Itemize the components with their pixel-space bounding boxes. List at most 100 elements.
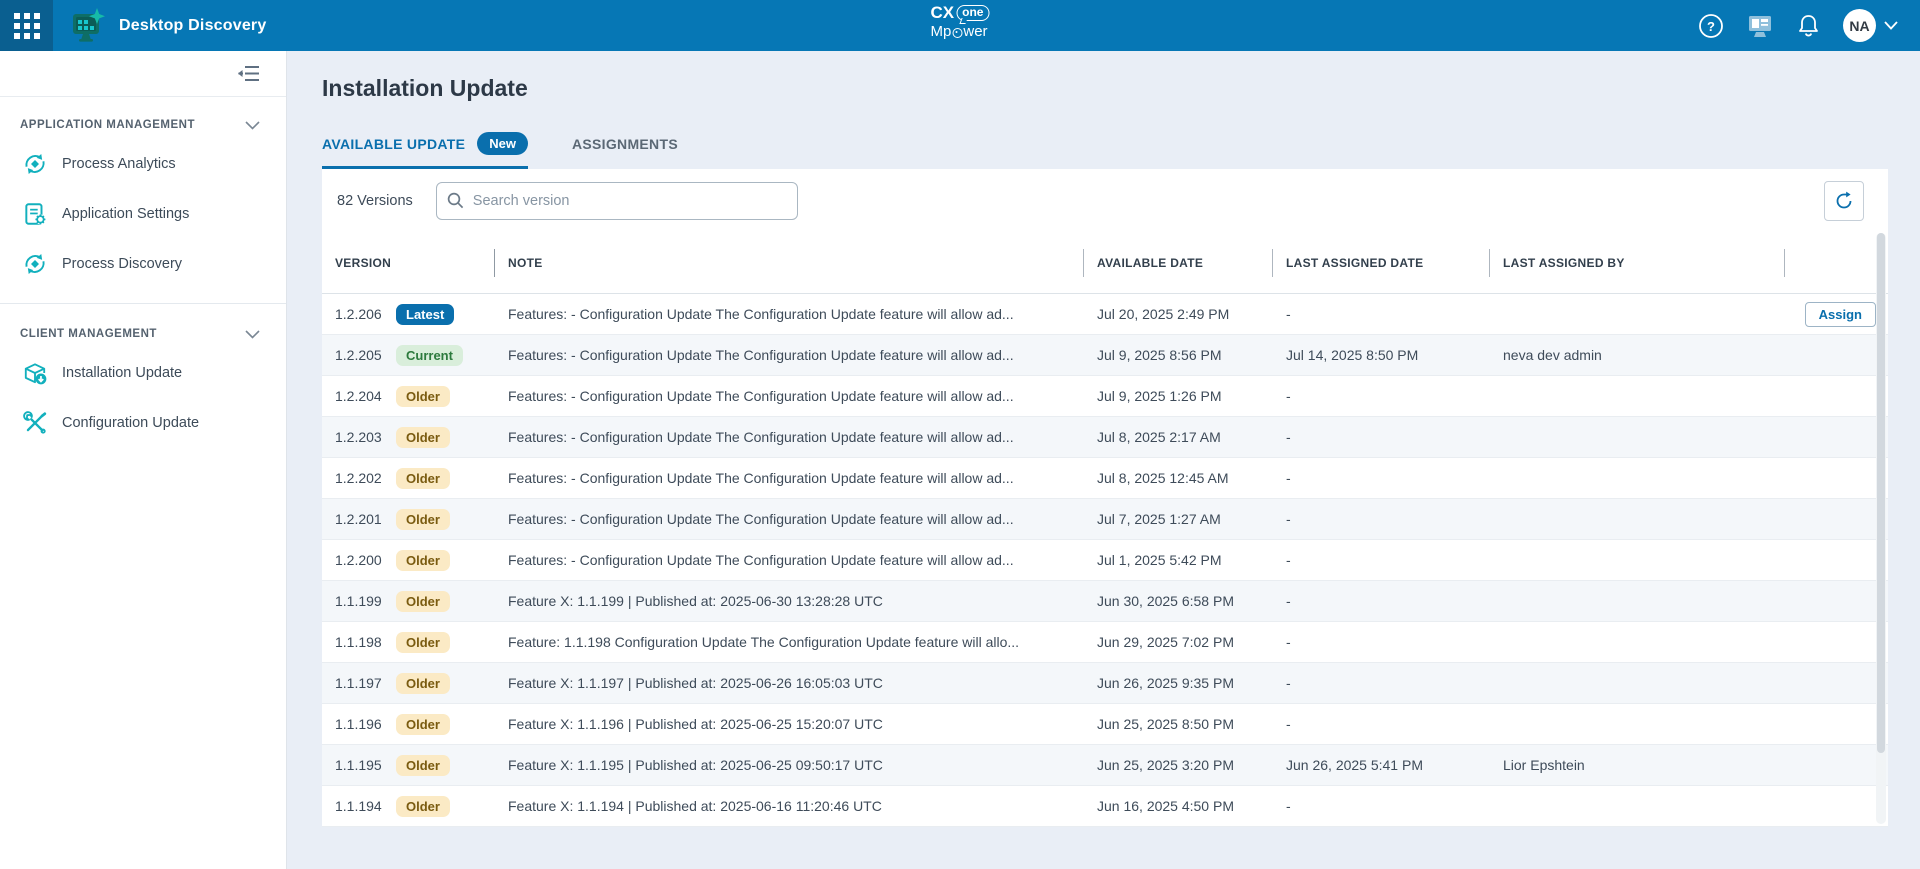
table-row[interactable]: 1.1.198OlderFeature: 1.1.198 Configurati… [322, 622, 1888, 663]
table-row[interactable]: 1.2.201OlderFeatures: - Configuration Up… [322, 499, 1888, 540]
available-date-cell: Jul 7, 2025 1:27 AM [1084, 511, 1273, 527]
version-text: 1.1.194 [335, 798, 393, 814]
brand-cx: CX [931, 4, 955, 22]
configuration-update-icon [22, 410, 48, 436]
version-cell: 1.2.202Older [322, 468, 495, 489]
waffle-menu-button[interactable] [0, 0, 53, 51]
application-settings-icon [22, 201, 48, 227]
version-cell: 1.1.194Older [322, 796, 495, 817]
version-cell: 1.2.203Older [322, 427, 495, 448]
available-date-cell: Jul 20, 2025 2:49 PM [1084, 306, 1273, 322]
available-date-cell: Jun 26, 2025 9:35 PM [1084, 675, 1273, 691]
vertical-scrollbar[interactable] [1876, 233, 1886, 824]
table-row[interactable]: 1.2.202OlderFeatures: - Configuration Up… [322, 458, 1888, 499]
table-row[interactable]: 1.2.200OlderFeatures: - Configuration Up… [322, 540, 1888, 581]
last-assigned-by-cell: neva dev admin [1490, 347, 1785, 363]
note-cell: Feature X: 1.1.195 | Published at: 2025-… [495, 757, 1084, 773]
tab-available-update[interactable]: AVAILABLE UPDATE New [322, 132, 528, 169]
desktop-discovery-logo [67, 6, 107, 46]
sidebar-item-label: Installation Update [62, 365, 182, 381]
note-cell: Features: - Configuration Update The Con… [495, 470, 1084, 486]
version-cell: 1.1.198Older [322, 632, 495, 653]
note-cell: Feature X: 1.1.199 | Published at: 2025-… [495, 593, 1084, 609]
version-text: 1.2.200 [335, 552, 393, 568]
last-assigned-date-cell: - [1273, 429, 1490, 445]
version-cell: 1.2.206Latest [322, 304, 495, 325]
notifications-button[interactable] [1796, 13, 1821, 39]
collapse-sidebar-icon [238, 65, 260, 82]
note-cell: Feature X: 1.1.194 | Published at: 2025-… [495, 798, 1084, 814]
sidebar-item-configuration-update[interactable]: Configuration Update [0, 398, 286, 448]
version-text: 1.2.203 [335, 429, 393, 445]
table-row[interactable]: 1.1.195OlderFeature X: 1.1.195 | Publish… [322, 745, 1888, 786]
last-assigned-date-cell: - [1273, 716, 1490, 732]
section-header-application-management[interactable]: APPLICATION MANAGEMENT [0, 111, 286, 139]
top-app-bar: Desktop Discovery CXone Mpwer ? [0, 0, 1920, 51]
avatar[interactable]: NA [1843, 9, 1876, 42]
version-status-badge: Older [396, 632, 450, 653]
scrollbar-thumb[interactable] [1877, 233, 1885, 753]
column-header-last-assigned-by[interactable]: LAST ASSIGNED BY [1490, 249, 1785, 277]
collapse-sidebar-button[interactable] [238, 65, 260, 82]
version-cell: 1.2.200Older [322, 550, 495, 571]
page-title: Installation Update [322, 75, 1920, 102]
available-date-cell: Jul 9, 2025 1:26 PM [1084, 388, 1273, 404]
available-date-cell: Jun 16, 2025 4:50 PM [1084, 798, 1273, 814]
guide-button[interactable] [1746, 12, 1774, 40]
column-header-available-date[interactable]: AVAILABLE DATE [1084, 249, 1273, 277]
column-header-last-assigned-date[interactable]: LAST ASSIGNED DATE [1273, 249, 1490, 277]
sidebar-item-label: Process Discovery [62, 256, 182, 272]
last-assigned-date-cell: Jun 26, 2025 5:41 PM [1273, 757, 1490, 773]
version-status-badge: Older [396, 550, 450, 571]
version-status-badge: Older [396, 796, 450, 817]
table-row[interactable]: 1.1.196OlderFeature X: 1.1.196 | Publish… [322, 704, 1888, 745]
version-text: 1.1.197 [335, 675, 393, 691]
assign-button[interactable]: Assign [1805, 302, 1876, 327]
process-analytics-icon [22, 151, 48, 177]
table-row[interactable]: 1.1.197OlderFeature X: 1.1.197 | Publish… [322, 663, 1888, 704]
table-row[interactable]: 1.2.206LatestFeatures: - Configuration U… [322, 294, 1888, 335]
sidebar-item-installation-update[interactable]: Installation Update [0, 348, 286, 398]
brand-one-bubble: one [956, 5, 989, 21]
version-text: 1.1.195 [335, 757, 393, 773]
chevron-down-icon [245, 121, 260, 130]
last-assigned-date-cell: - [1273, 552, 1490, 568]
section-header-client-management[interactable]: CLIENT MANAGEMENT [0, 320, 286, 348]
note-cell: Features: - Configuration Update The Con… [495, 306, 1084, 322]
tab-bar: AVAILABLE UPDATE New ASSIGNMENTS [322, 132, 1920, 169]
table-row[interactable]: 1.1.194OlderFeature X: 1.1.194 | Publish… [322, 786, 1888, 827]
sidebar-item-label: Configuration Update [62, 415, 199, 431]
version-text: 1.2.201 [335, 511, 393, 527]
table-row[interactable]: 1.2.203OlderFeatures: - Configuration Up… [322, 417, 1888, 458]
note-cell: Features: - Configuration Update The Con… [495, 552, 1084, 568]
available-date-cell: Jul 1, 2025 5:42 PM [1084, 552, 1273, 568]
last-assigned-date-cell: - [1273, 470, 1490, 486]
table-row[interactable]: 1.2.205CurrentFeatures: - Configuration … [322, 335, 1888, 376]
sidebar-section-client-management: CLIENT MANAGEMENT Installation Update [0, 306, 286, 452]
available-date-cell: Jul 9, 2025 8:56 PM [1084, 347, 1273, 363]
waffle-menu-icon [14, 13, 40, 39]
last-assigned-by-cell: Lior Epshtein [1490, 757, 1785, 773]
last-assigned-date-cell: - [1273, 511, 1490, 527]
sidebar-item-process-discovery[interactable]: Process Discovery [0, 239, 286, 289]
help-button[interactable]: ? [1698, 13, 1724, 39]
note-cell: Features: - Configuration Update The Con… [495, 429, 1084, 445]
process-discovery-icon [22, 251, 48, 277]
tab-assignments[interactable]: ASSIGNMENTS [572, 132, 678, 169]
sidebar-item-process-analytics[interactable]: Process Analytics [0, 139, 286, 189]
version-status-badge: Older [396, 386, 450, 407]
column-header-version[interactable]: VERSION [322, 249, 495, 277]
refresh-icon [1834, 191, 1854, 211]
user-menu[interactable]: NA [1843, 9, 1898, 42]
table-row[interactable]: 1.1.199OlderFeature X: 1.1.199 | Publish… [322, 581, 1888, 622]
sidebar-item-application-settings[interactable]: Application Settings [0, 189, 286, 239]
version-status-badge: Older [396, 468, 450, 489]
column-header-note[interactable]: NOTE [495, 249, 1084, 277]
refresh-button[interactable] [1824, 181, 1864, 221]
version-cell: 1.2.204Older [322, 386, 495, 407]
version-text: 1.2.205 [335, 347, 393, 363]
table-header: VERSION NOTE AVAILABLE DATE LAST ASSIGNE… [322, 233, 1888, 294]
search-input[interactable] [436, 182, 798, 220]
guide-icon [1746, 12, 1774, 40]
table-row[interactable]: 1.2.204OlderFeatures: - Configuration Up… [322, 376, 1888, 417]
